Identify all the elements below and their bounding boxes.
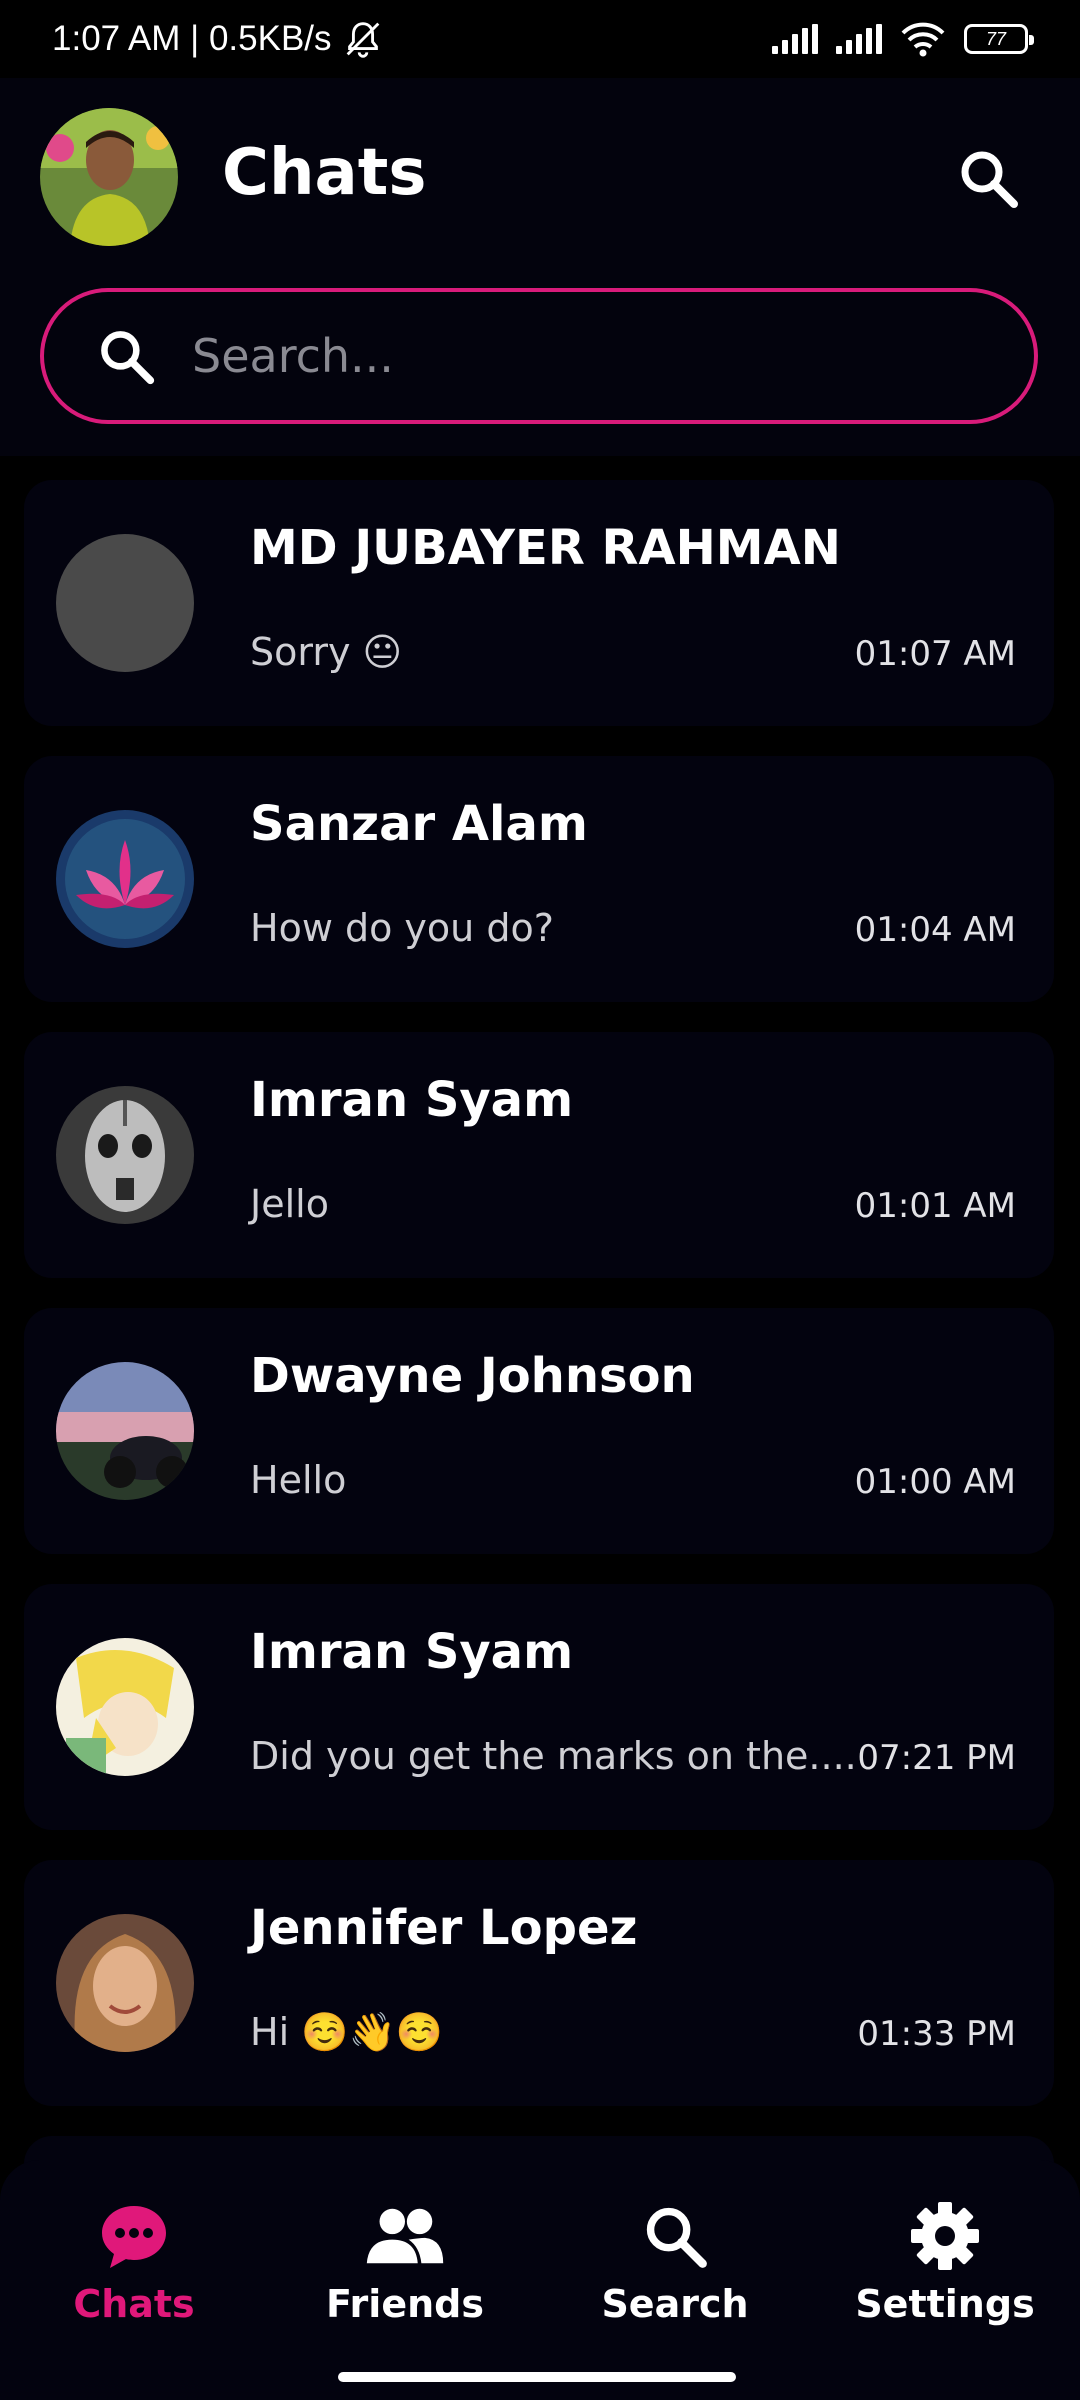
search-bar[interactable] xyxy=(40,288,1038,424)
nav-label: Search xyxy=(601,2282,749,2326)
chat-item[interactable]: Dwayne Johnson Hello 01:00 AM xyxy=(24,1308,1054,1554)
last-message: Did you get the marks on the.... xyxy=(250,1734,857,1778)
nav-friends[interactable]: Friends xyxy=(295,2196,515,2346)
profile-avatar[interactable] xyxy=(40,108,178,246)
message-time: 01:01 AM xyxy=(854,1186,1016,1226)
home-indicator[interactable] xyxy=(338,2372,736,2382)
contact-avatar xyxy=(56,534,194,672)
nav-chats[interactable]: Chats xyxy=(24,2196,244,2346)
chat-item[interactable]: Sanzar Alam How do you do? 01:04 AM xyxy=(24,756,1054,1002)
contact-name: Imran Syam xyxy=(250,1624,574,1680)
last-message: Jello xyxy=(250,1182,329,1226)
contact-avatar xyxy=(56,1086,194,1224)
chat-item[interactable]: Imran Syam Jello 01:01 AM xyxy=(24,1032,1054,1278)
contact-name: Sanzar Alam xyxy=(250,796,588,852)
battery-level: 77 xyxy=(985,28,1007,49)
nav-label: Settings xyxy=(855,2282,1035,2326)
signal-icon xyxy=(836,24,882,54)
status-icons: 77 xyxy=(772,21,1034,57)
chat-bubble-icon xyxy=(102,2206,166,2268)
battery-icon: 77 xyxy=(964,24,1034,54)
mute-bell-icon xyxy=(346,22,379,58)
signal-icon xyxy=(772,24,818,54)
search-input[interactable] xyxy=(192,329,952,383)
contact-name: Jennifer Lopez xyxy=(250,1900,638,1956)
nav-settings[interactable]: Settings xyxy=(835,2196,1055,2346)
last-message: Sorry 😐 xyxy=(250,630,403,674)
contact-name: MD JUBAYER RAHMAN xyxy=(250,520,841,576)
message-time: 07:21 PM xyxy=(857,1738,1016,1778)
nav-label: Chats xyxy=(73,2282,195,2326)
contact-avatar xyxy=(56,1638,194,1776)
friends-icon xyxy=(366,2208,444,2264)
contact-avatar xyxy=(56,1914,194,2052)
last-message: Hello xyxy=(250,1458,347,1502)
page-title: Chats xyxy=(222,136,427,210)
bottom-navigation: Chats Friends Search Settings xyxy=(0,2160,1080,2400)
contact-avatar xyxy=(56,810,194,948)
message-time: 01:00 AM xyxy=(854,1462,1016,1502)
nav-search[interactable]: Search xyxy=(565,2196,785,2346)
search-icon xyxy=(961,151,1018,208)
chat-item[interactable]: MD JUBAYER RAHMAN Sorry 😐 01:07 AM xyxy=(24,480,1054,726)
message-time: 01:33 PM xyxy=(857,2014,1016,2054)
search-icon xyxy=(646,2207,707,2268)
contact-name: Imran Syam xyxy=(250,1072,574,1128)
wifi-icon xyxy=(901,22,945,57)
status-time: 1:07 AM | 0.5KB/s xyxy=(52,19,332,58)
header-search-button[interactable] xyxy=(948,138,1028,218)
last-message: How do you do? xyxy=(250,906,554,950)
search-icon xyxy=(101,331,155,385)
contact-name: Dwayne Johnson xyxy=(250,1348,695,1404)
chat-item[interactable]: Imran Syam Did you get the marks on the.… xyxy=(24,1584,1054,1830)
app-header: Chats xyxy=(0,78,1080,456)
message-time: 01:04 AM xyxy=(854,910,1016,950)
contact-avatar xyxy=(56,1362,194,1500)
nav-label: Friends xyxy=(326,2282,484,2326)
message-time: 01:07 AM xyxy=(854,634,1016,674)
last-message: Hi ☺️👋☺️ xyxy=(250,2010,444,2054)
status-bar: 1:07 AM | 0.5KB/s 77 xyxy=(0,0,1080,78)
gear-icon xyxy=(911,2202,979,2270)
chat-item[interactable]: Jennifer Lopez Hi ☺️👋☺️ 01:33 PM xyxy=(24,1860,1054,2106)
